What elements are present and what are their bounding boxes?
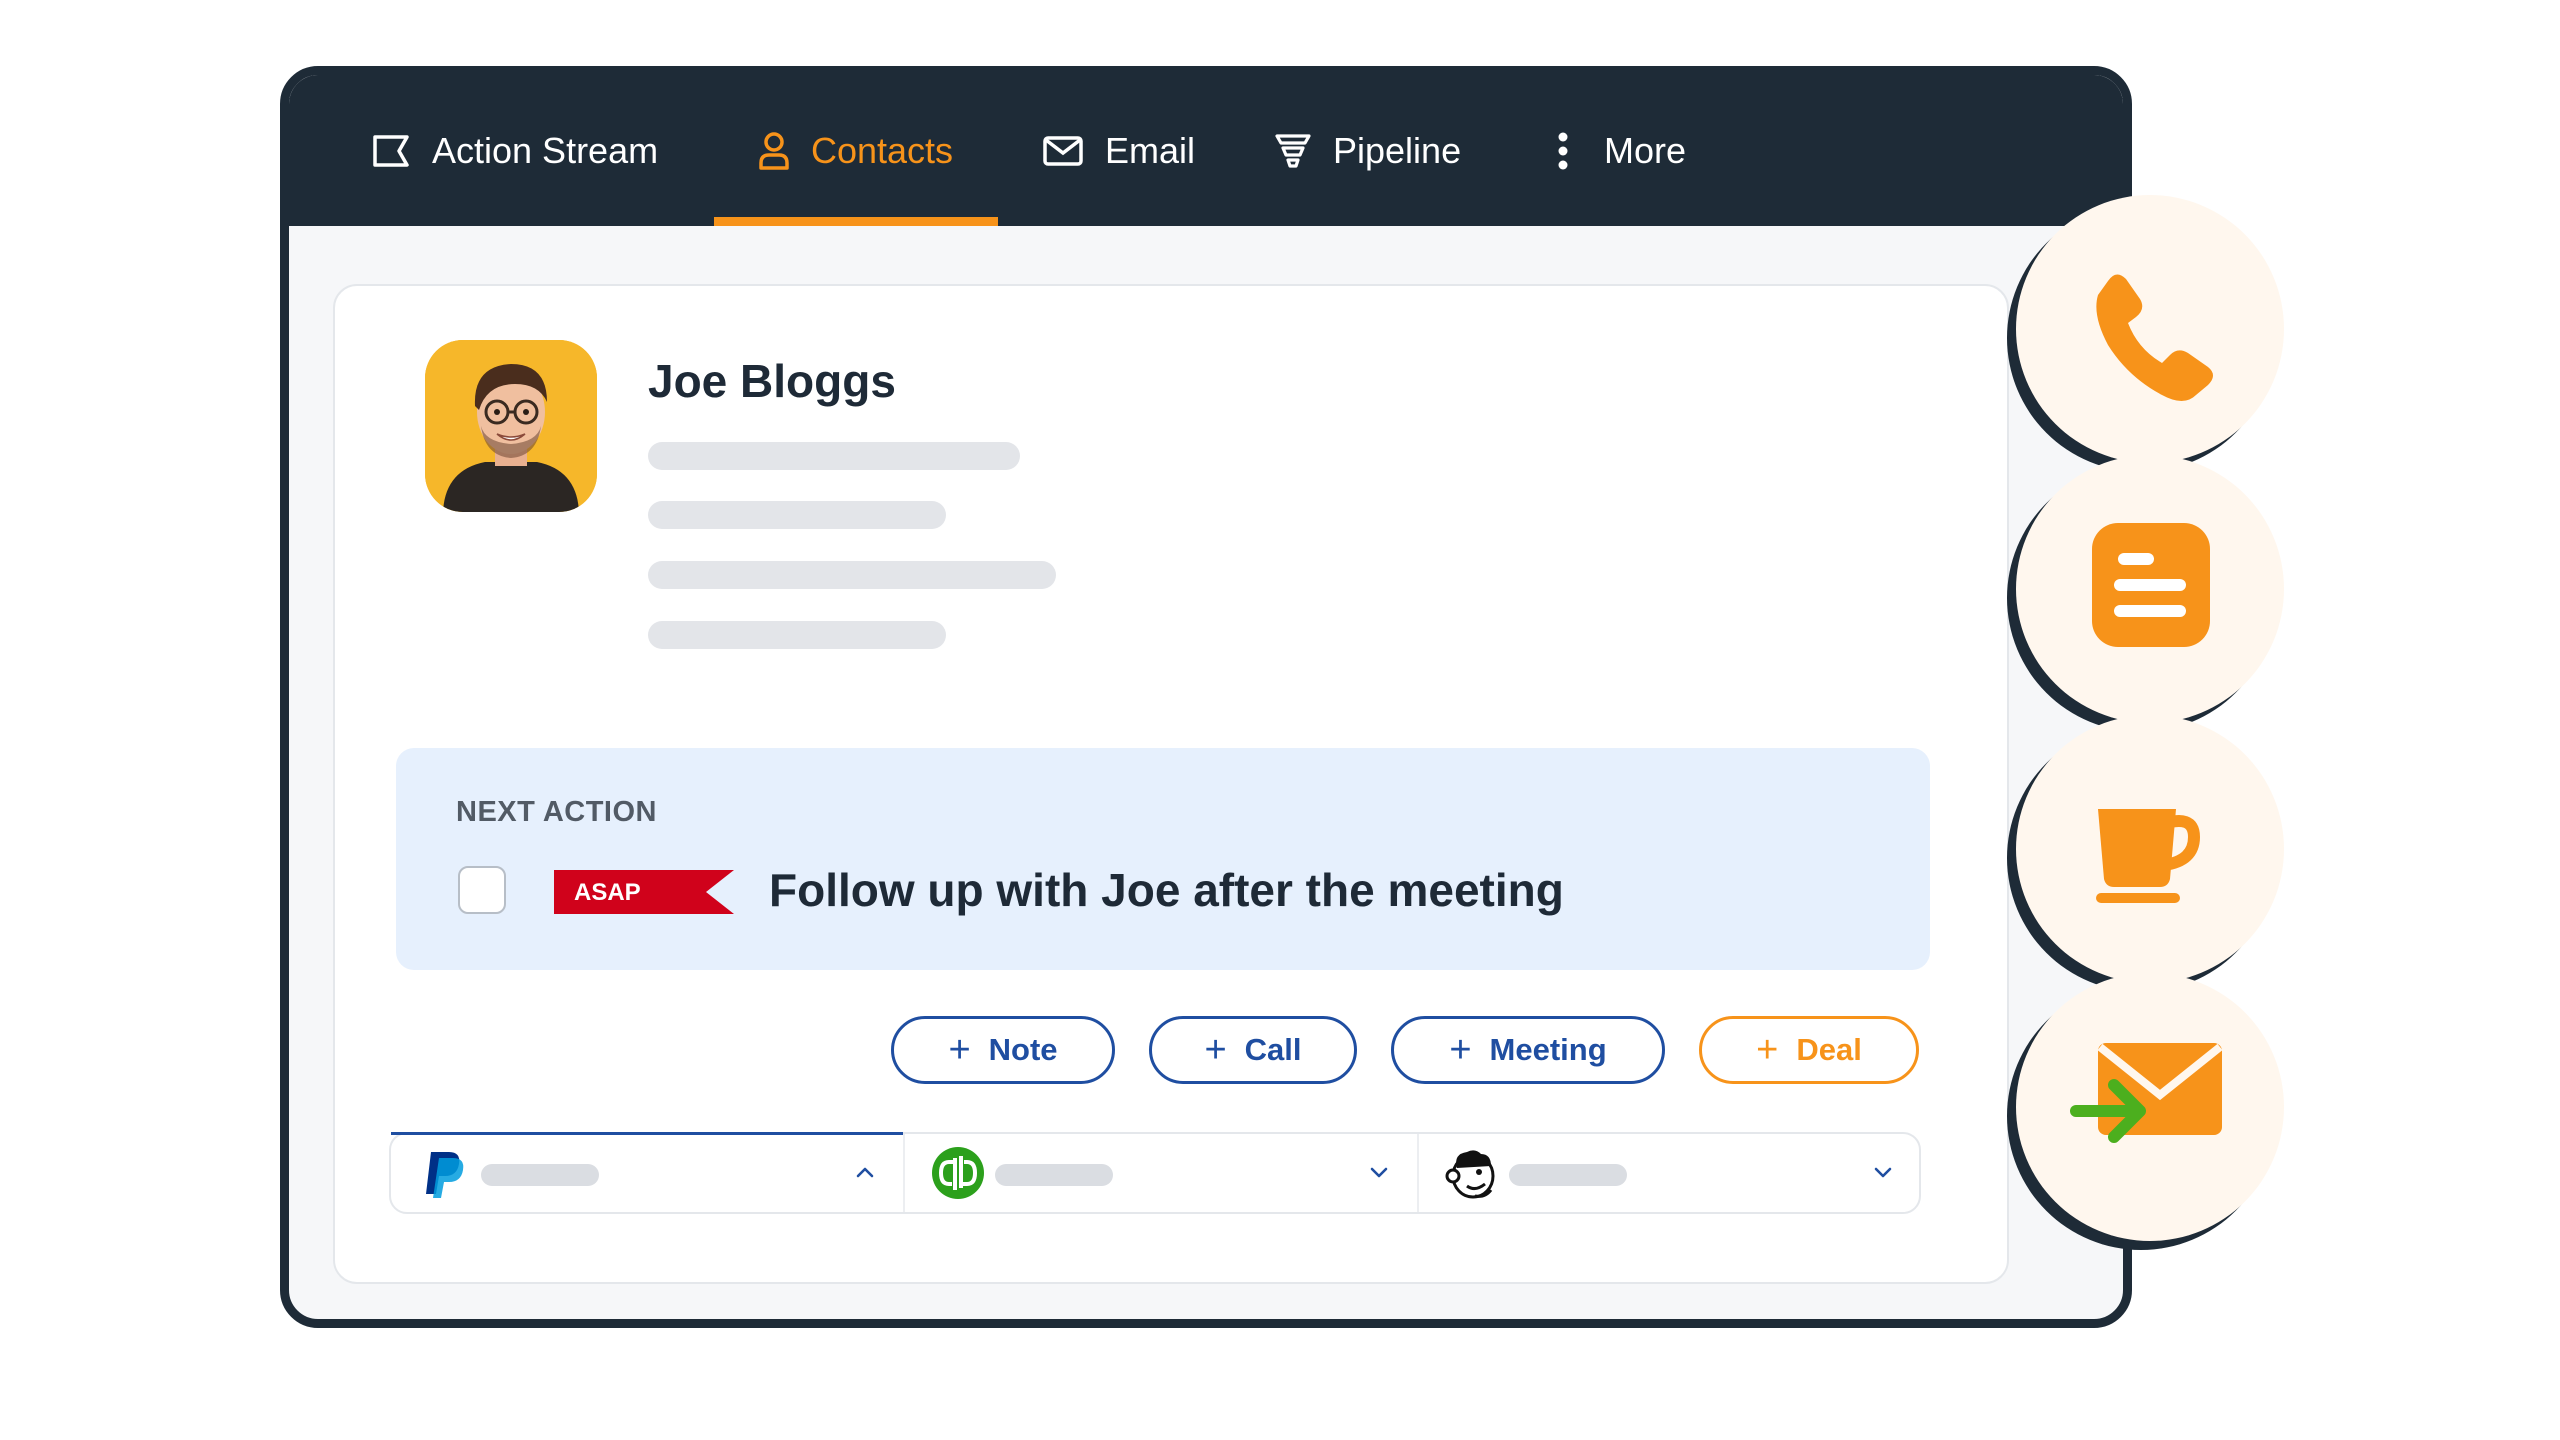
chevron-down-icon [1874,1167,1892,1178]
coffee-cup-icon [2096,809,2201,903]
integrations-bar [389,1132,1921,1214]
paypal-logo [426,1152,464,1198]
top-nav: Action Stream Contacts Email Pipeline Mo… [289,75,2123,226]
placeholder-line [648,621,946,649]
next-action-panel: NEXT ACTION ASAP Follow up with Joe afte… [396,748,1930,970]
button-label: Note [988,1032,1058,1067]
contact-card: Joe Bloggs NEXT ACTION ASAP Follow up wi… [333,284,2009,1284]
mailchimp-logo [1445,1150,1495,1199]
add-deal-button[interactable]: + Deal [1699,1016,1919,1084]
add-call-button[interactable]: + Call [1149,1016,1357,1084]
note-icon [2092,523,2210,647]
meeting-action-button[interactable] [2016,715,2284,983]
chevron-down-icon [1370,1167,1388,1178]
next-action-title[interactable]: Follow up with Joe after the meeting [769,863,1564,917]
placeholder-line [648,442,1020,470]
plus-icon: + [1449,1028,1472,1071]
tab-label: Pipeline [1333,129,1462,171]
avatar [425,340,597,512]
tab-action-stream[interactable]: Action Stream [372,75,658,226]
integration-mailchimp[interactable] [1419,1134,1921,1212]
add-meeting-button[interactable]: + Meeting [1391,1016,1665,1084]
call-action-button[interactable] [2016,195,2284,463]
integration-placeholder [995,1164,1113,1186]
chevron-up-icon [856,1167,874,1178]
button-label: Meeting [1489,1032,1607,1067]
tab-label: Action Stream [432,129,659,171]
plus-icon: + [1756,1028,1779,1071]
app-window: Action Stream Contacts Email Pipeline Mo… [280,66,2132,1328]
integration-paypal[interactable] [391,1134,903,1212]
note-action-button[interactable] [2016,455,2284,723]
incoming-mail-icon [2070,1043,2223,1143]
add-note-button[interactable]: + Note [891,1016,1115,1084]
person-photo [425,340,597,512]
person-icon [759,131,789,170]
tab-more[interactable]: More [1556,75,1686,226]
next-action-label: NEXT ACTION [456,796,657,828]
tab-label: Email [1105,129,1196,171]
plus-icon: + [1204,1028,1227,1071]
contact-name: Joe Bloggs [648,355,896,407]
integration-placeholder [481,1164,599,1186]
next-action-checkbox[interactable] [458,866,506,914]
plus-icon: + [948,1028,971,1071]
tab-label: More [1604,129,1687,171]
quickbooks-logo [932,1147,984,1199]
phone-icon [2096,274,2213,401]
placeholder-line [648,561,1056,589]
placeholder-line [648,501,946,529]
asap-badge: ASAP [554,870,734,914]
integration-quickbooks[interactable] [905,1134,1417,1212]
incoming-mail-action-button[interactable] [2016,973,2284,1241]
action-stream-icon [373,134,409,167]
vertical-dots-icon [1558,132,1568,169]
tab-email[interactable]: Email [1043,75,1195,226]
active-tab-indicator [714,217,998,226]
envelope-icon [1043,135,1083,166]
tab-contacts[interactable]: Contacts [714,75,998,226]
integration-placeholder [1509,1164,1627,1186]
funnel-icon [1275,133,1311,168]
asap-badge-text: ASAP [574,879,641,906]
button-label: Call [1244,1032,1302,1067]
button-label: Deal [1796,1032,1862,1067]
tab-pipeline[interactable]: Pipeline [1275,75,1461,226]
tab-label: Contacts [810,129,954,171]
